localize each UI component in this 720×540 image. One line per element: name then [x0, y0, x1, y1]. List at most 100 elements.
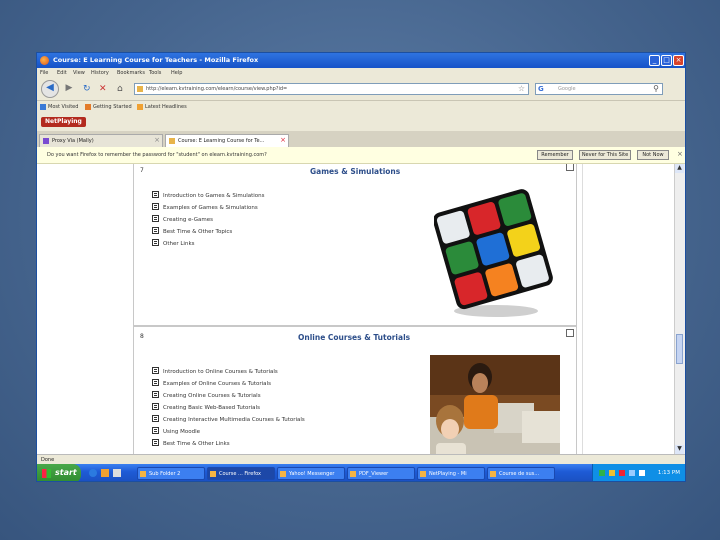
topic-heading: Games & Simulations [310, 167, 401, 176]
close-button[interactable]: × [673, 55, 684, 66]
getting-started-icon [85, 104, 91, 110]
antivirus-icon[interactable] [619, 470, 625, 476]
back-button[interactable]: ◀ [41, 80, 59, 98]
never-button[interactable]: Never for This Site [579, 150, 631, 160]
resource-icon [152, 391, 159, 398]
status-text: Done [41, 457, 55, 463]
menu-help[interactable]: Help [171, 70, 182, 76]
menu-tools[interactable]: Tools [149, 70, 161, 76]
taskbar-app-icon [420, 471, 426, 477]
menu-edit[interactable]: Edit [57, 70, 67, 76]
taskbar-item[interactable]: PDF_Viewer [347, 467, 415, 480]
scroll-thumb[interactable] [676, 334, 683, 364]
system-tray: 1:13 PM [592, 464, 685, 481]
highlight-toggle-icon[interactable] [566, 329, 574, 337]
browser-window: Course: E Learning Course for Teachers -… [36, 52, 686, 482]
resource-link[interactable]: Creating Online Courses & Tutorials [152, 391, 261, 399]
home-icon[interactable]: ⌂ [117, 84, 123, 94]
title-bar[interactable]: Course: E Learning Course for Teachers -… [37, 53, 685, 68]
taskbar-app-icon [350, 471, 356, 477]
rss-icon [137, 104, 143, 110]
ie-icon[interactable] [89, 469, 97, 477]
close-tab-icon[interactable]: × [280, 136, 286, 144]
minimize-button[interactable]: _ [649, 55, 660, 66]
menu-file[interactable]: File [40, 70, 48, 76]
highlight-toggle-icon[interactable] [566, 164, 574, 171]
topic-number: 7 [140, 167, 144, 174]
safely-remove-icon[interactable] [639, 470, 645, 476]
volume-icon[interactable] [629, 470, 635, 476]
resource-link[interactable]: Examples of Games & Simulations [152, 203, 258, 211]
bookmark-getting-started[interactable]: Getting Started [93, 104, 132, 110]
resource-icon [152, 215, 159, 222]
tab-proxy[interactable]: Proxy Via (Mally) × [39, 134, 163, 147]
navigation-toolbar: ◀ ▶ ↻ ✕ ⌂ http://elearn.kvtraining.com/e… [37, 78, 685, 101]
windows-taskbar: start Sub Folder 2 Course ... Firefox Ya… [37, 464, 685, 481]
menu-view[interactable]: View [73, 70, 85, 76]
taskbar-item[interactable]: Course de sus... [487, 467, 555, 480]
desktop-icon[interactable] [113, 469, 121, 477]
close-tab-icon[interactable]: × [154, 136, 160, 144]
messenger-icon[interactable] [609, 470, 615, 476]
forward-button[interactable]: ▶ [61, 81, 77, 97]
taskbar-item[interactable]: Yahoo! Messenger [277, 467, 345, 480]
start-button[interactable]: start [37, 464, 81, 481]
taskbar-item[interactable]: Course ... Firefox [207, 467, 275, 480]
star-icon[interactable]: ☆ [518, 84, 525, 93]
page-content: 7 Games & Simulations Introduction to Ga… [37, 164, 685, 454]
password-notification-bar: Do you want Firefox to remember the pass… [37, 147, 685, 164]
url-text: http://elearn.kvtraining.com/elearn/cour… [146, 86, 288, 92]
resource-icon [152, 367, 159, 374]
vertical-scrollbar[interactable]: ▲ ▼ [674, 164, 685, 454]
search-icon[interactable]: ⚲ [653, 84, 659, 93]
netplaying-button[interactable]: NetPlaying [41, 117, 86, 127]
remember-button[interactable]: Remember [537, 150, 573, 160]
network-icon[interactable] [599, 470, 605, 476]
resource-icon [152, 439, 159, 446]
rubiks-cube-image [434, 189, 553, 317]
taskbar-app-icon [140, 471, 146, 477]
address-bar[interactable]: http://elearn.kvtraining.com/elearn/cour… [134, 83, 529, 95]
taskbar-item[interactable]: Sub Folder 2 [137, 467, 205, 480]
resource-link[interactable]: Best Time & Other Topics [152, 227, 232, 235]
firefox-quicklaunch-icon[interactable] [101, 469, 109, 477]
taskbar-item[interactable]: NetPlaying - Mi [417, 467, 485, 480]
menu-history[interactable]: History [91, 70, 109, 76]
not-now-button[interactable]: Not Now [637, 150, 669, 160]
bookmark-most-visited[interactable]: Most Visited [48, 104, 78, 110]
topic-number: 8 [140, 333, 144, 340]
right-column [582, 164, 669, 454]
resource-icon [152, 239, 159, 246]
resource-link[interactable]: Using Moodle [152, 427, 200, 435]
resource-link[interactable]: Introduction to Games & Simulations [152, 191, 265, 199]
resource-link[interactable]: Introduction to Online Courses & Tutoria… [152, 367, 278, 375]
tab-label: Proxy Via (Mally) [52, 138, 94, 144]
clock: 1:13 PM [657, 470, 680, 476]
resource-link[interactable]: Best Time & Other Links [152, 439, 230, 447]
bookmark-latest-headlines[interactable]: Latest Headlines [145, 104, 187, 110]
resource-icon [152, 191, 159, 198]
window-title: Course: E Learning Course for Teachers -… [53, 56, 259, 64]
resource-icon [152, 427, 159, 434]
scroll-up-icon[interactable]: ▲ [675, 164, 684, 173]
menu-bookmarks[interactable]: Bookmarks [117, 70, 145, 76]
resource-link[interactable]: Creating Interactive Multimedia Courses … [152, 415, 305, 423]
search-box[interactable]: G Google ⚲ [535, 83, 663, 95]
maximize-button[interactable]: □ [661, 55, 672, 66]
stop-icon[interactable]: ✕ [99, 84, 107, 94]
topic-heading: Online Courses & Tutorials [298, 333, 411, 342]
topic-section: 7 Games & Simulations Introduction to Ga… [133, 164, 577, 326]
resource-link[interactable]: Examples of Online Courses & Tutorials [152, 379, 271, 387]
search-placeholder: Google [558, 86, 576, 92]
close-notification-icon[interactable]: × [677, 150, 683, 158]
firefox-icon [40, 56, 49, 65]
reload-icon[interactable]: ↻ [83, 84, 91, 94]
google-icon: G [538, 85, 544, 93]
site-favicon-icon [137, 86, 143, 92]
resource-link[interactable]: Creating e-Games [152, 215, 213, 223]
scroll-down-icon[interactable]: ▼ [675, 445, 684, 454]
resource-link[interactable]: Creating Basic Web-Based Tutorials [152, 403, 260, 411]
resource-link[interactable]: Other Links [152, 239, 195, 247]
tab-favicon-icon [43, 138, 49, 144]
tab-course[interactable]: Course: E Learning Course for Te... × [165, 134, 289, 147]
